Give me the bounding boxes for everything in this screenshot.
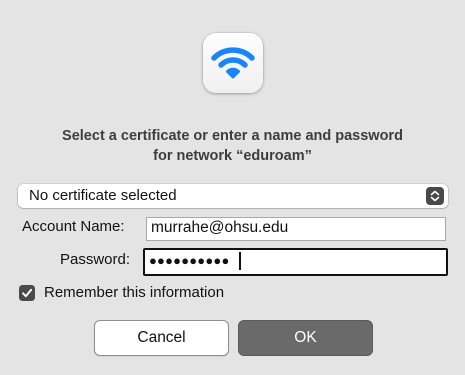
ok-button[interactable]: OK xyxy=(238,320,373,356)
wifi-app-icon xyxy=(203,33,263,93)
prompt-line-1: Select a certificate or enter a name and… xyxy=(62,128,403,144)
checkmark-icon xyxy=(22,288,33,298)
chevron-updown-icon xyxy=(426,187,444,205)
remember-label[interactable]: Remember this information xyxy=(44,284,224,301)
dialog-prompt: Select a certificate or enter a name and… xyxy=(0,126,465,166)
wifi-credentials-dialog: Select a certificate or enter a name and… xyxy=(0,0,465,375)
prompt-line-2: for network “eduroam” xyxy=(153,148,312,164)
certificate-popup-label: No certificate selected xyxy=(29,187,177,204)
wifi-icon xyxy=(211,47,255,79)
remember-checkbox[interactable] xyxy=(19,285,35,301)
account-name-field[interactable]: murrahe@ohsu.edu xyxy=(146,217,446,241)
password-field[interactable]: ●●●●●●●●●● xyxy=(143,248,448,276)
account-name-value: murrahe@ohsu.edu xyxy=(151,219,289,236)
password-label: Password: xyxy=(60,251,131,268)
text-caret xyxy=(239,252,241,270)
password-masked-value: ●●●●●●●●●● xyxy=(149,253,230,268)
certificate-popup[interactable]: No certificate selected xyxy=(18,184,448,208)
cancel-button[interactable]: Cancel xyxy=(94,320,229,356)
account-name-label: Account Name: xyxy=(22,218,125,235)
